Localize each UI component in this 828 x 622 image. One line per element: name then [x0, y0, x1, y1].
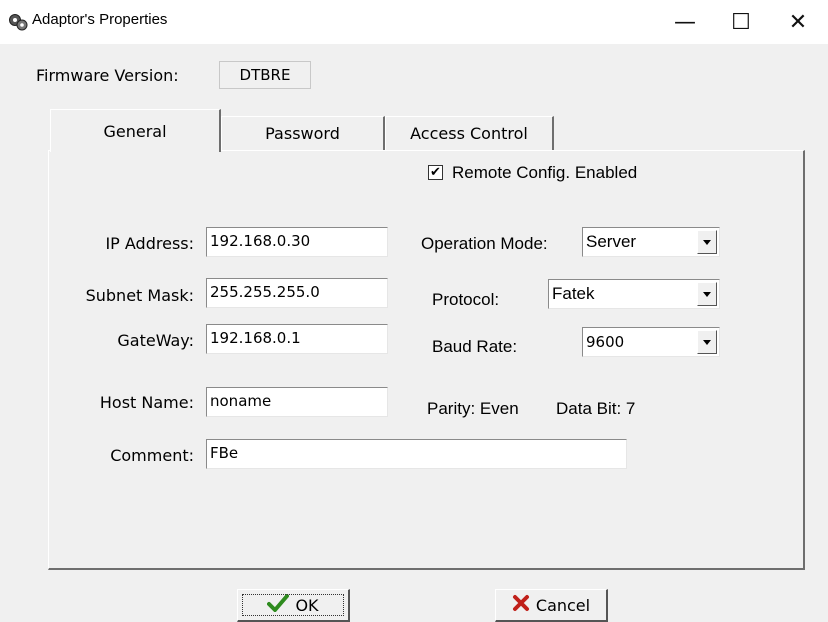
tab-access-control-label: Access Control — [410, 124, 528, 143]
window-title: Adaptor's Properties — [32, 11, 168, 28]
parity-text: Parity: Even — [427, 399, 519, 418]
cancel-button[interactable]: Cancel — [495, 589, 608, 622]
ip-address-field[interactable]: 192.168.0.30 — [206, 227, 388, 257]
firmware-version-label: Firmware Version: — [36, 66, 179, 85]
focus-rect — [242, 594, 344, 616]
gateway-label: GateWay: — [117, 331, 194, 350]
gear-icon — [8, 12, 28, 32]
baud-rate-label: Baud Rate: — [432, 337, 518, 356]
operation-mode-value: Server — [586, 232, 637, 251]
firmware-version-value: DTBRE — [219, 61, 311, 89]
tab-general-label: General — [103, 122, 167, 141]
ip-address-label: IP Address: — [105, 234, 194, 253]
minimize-button[interactable]: — — [657, 0, 713, 44]
host-name-field[interactable]: noname — [206, 387, 388, 417]
baud-rate-select[interactable]: 9600 — [582, 327, 720, 357]
close-button[interactable]: ✕ — [770, 0, 826, 44]
operation-mode-label: Operation Mode: — [421, 234, 548, 253]
tab-password-label: Password — [265, 124, 340, 143]
chevron-down-icon[interactable] — [697, 230, 717, 254]
cancel-button-label: Cancel — [535, 595, 591, 615]
tab-access-control[interactable]: Access Control — [385, 116, 554, 150]
gateway-field[interactable]: 192.168.0.1 — [206, 324, 388, 354]
remote-config-label: Remote Config. Enabled — [452, 163, 638, 182]
protocol-select[interactable]: Fatek — [548, 279, 720, 309]
operation-mode-select[interactable]: Server — [582, 227, 720, 257]
protocol-label: Protocol: — [432, 290, 500, 309]
chevron-down-icon[interactable] — [697, 282, 717, 306]
tab-password[interactable]: Password — [221, 116, 385, 150]
x-icon — [512, 594, 530, 616]
subnet-mask-field[interactable]: 255.255.255.0 — [206, 278, 388, 308]
general-tab-panel — [48, 150, 805, 570]
tab-general[interactable]: General — [50, 109, 221, 152]
data-bit-text: Data Bit: 7 — [556, 399, 636, 418]
host-name-label: Host Name: — [99, 393, 194, 412]
maximize-button[interactable]: ☐ — [713, 0, 769, 44]
remote-config-checkbox[interactable]: ✔ — [428, 165, 443, 180]
subnet-mask-label: Subnet Mask: — [85, 286, 194, 305]
chevron-down-icon[interactable] — [697, 330, 717, 354]
protocol-value: Fatek — [552, 284, 595, 303]
comment-label: Comment: — [110, 446, 194, 465]
comment-field[interactable]: FBe — [206, 439, 627, 469]
baud-rate-value: 9600 — [586, 333, 625, 351]
ok-button[interactable]: OK — [237, 589, 350, 622]
